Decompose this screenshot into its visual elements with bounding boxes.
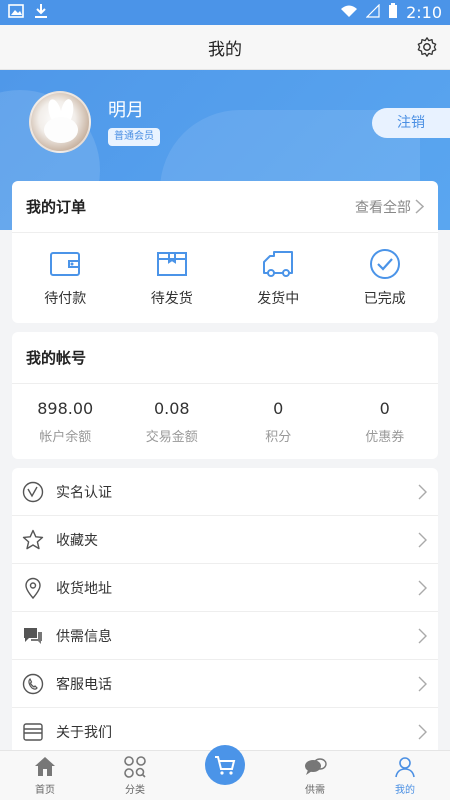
menu-item-label: 客服电话 [56, 676, 112, 693]
logout-button[interactable]: 注销 [372, 108, 450, 138]
account-card: 我的帐号 898.00 帐户余额 0.08 交易金额 0 积分 0 优惠券 [12, 332, 438, 459]
orders-title: 我的订单 [26, 198, 87, 216]
nav-mine[interactable]: 我的 [360, 751, 450, 800]
menu-item-label: 收藏夹 [56, 532, 98, 549]
gear-icon[interactable] [416, 36, 438, 58]
nav-label: 我的 [395, 785, 415, 796]
box-icon [156, 252, 187, 276]
order-item-label: 待付款 [44, 291, 87, 307]
view-all-orders-link[interactable]: 查看全部 [355, 197, 424, 217]
account-label: 帐户余额 [39, 429, 92, 445]
avatar[interactable] [29, 91, 91, 153]
nav-label: 供需 [305, 785, 325, 796]
location-icon [25, 577, 41, 599]
menu-item-label: 实名认证 [56, 484, 112, 501]
account-points[interactable]: 0 积分 [225, 384, 332, 459]
nav-home[interactable]: 首页 [0, 751, 90, 800]
username: 明月 [108, 100, 144, 121]
menu-item-customer-service[interactable]: 客服电话 [12, 660, 438, 708]
nav-label: 分类 [125, 785, 145, 796]
home-icon [35, 757, 55, 776]
status-bar: 2:10 [0, 0, 450, 25]
orders-card: 我的订单 查看全部 待付款 待发货 发货中 已完成 [12, 181, 438, 323]
chevron-right-icon [415, 199, 424, 214]
menu-item-supply-demand[interactable]: 供需信息 [12, 612, 438, 660]
order-item-label: 发货中 [257, 291, 300, 307]
account-value: 898.00 [37, 398, 94, 418]
account-value: 0 [379, 398, 390, 418]
account-header: 我的帐号 [12, 332, 438, 384]
account-title: 我的帐号 [26, 349, 87, 367]
user-icon [395, 757, 415, 778]
verify-icon [22, 481, 44, 502]
chevron-right-icon [418, 724, 427, 739]
download-icon [34, 3, 48, 23]
cart-icon [215, 756, 236, 775]
menu-item-label: 关于我们 [56, 724, 112, 741]
cart-button[interactable] [205, 745, 245, 785]
account-label: 交易金额 [145, 429, 198, 445]
status-time: 2:10 [406, 3, 442, 22]
signal-icon [365, 3, 380, 22]
account-coupons[interactable]: 0 优惠券 [332, 384, 439, 459]
member-badge: 普通会员 [108, 128, 160, 146]
menu-card: 实名认证 收藏夹 收货地址 供需信息 客服电话 关于我们 [12, 468, 438, 758]
chevron-right-icon [418, 676, 427, 691]
menu-item-verification[interactable]: 实名认证 [12, 468, 438, 516]
bottom-nav: 首页 分类 供需 我的 [0, 745, 450, 800]
menu-item-favorites[interactable]: 收藏夹 [12, 516, 438, 564]
truck-icon [263, 251, 294, 277]
orders-header: 我的订单 查看全部 [12, 181, 438, 233]
view-all-label: 查看全部 [355, 199, 411, 216]
star-icon [22, 529, 44, 549]
account-label: 优惠券 [365, 429, 405, 445]
order-item-label: 已完成 [363, 291, 406, 307]
wallet-icon [50, 252, 81, 276]
chat-icon [24, 627, 42, 644]
wifi-icon [340, 3, 358, 22]
account-value: 0 [273, 398, 284, 418]
chevron-right-icon [418, 532, 427, 547]
menu-item-address[interactable]: 收货地址 [12, 564, 438, 612]
title-bar: 我的 [0, 25, 450, 70]
nav-cart[interactable] [180, 745, 270, 800]
nav-category[interactable]: 分类 [90, 751, 180, 800]
image-icon [8, 3, 24, 22]
order-shipping[interactable]: 发货中 [225, 233, 332, 323]
page-title: 我的 [208, 39, 242, 60]
store-icon [23, 722, 43, 741]
account-transactions[interactable]: 0.08 交易金额 [119, 384, 226, 459]
battery-icon [388, 2, 398, 23]
nav-supply-demand[interactable]: 供需 [270, 751, 360, 800]
phone-icon [22, 673, 44, 694]
account-label: 积分 [265, 429, 292, 445]
category-icon [124, 756, 146, 778]
order-completed[interactable]: 已完成 [332, 233, 439, 323]
order-pending-shipment[interactable]: 待发货 [119, 233, 226, 323]
order-item-label: 待发货 [150, 291, 193, 307]
chevron-right-icon [418, 580, 427, 595]
menu-item-label: 供需信息 [56, 628, 112, 645]
chat-bubbles-icon [305, 758, 327, 775]
menu-item-label: 收货地址 [56, 580, 112, 597]
nav-label: 首页 [35, 785, 55, 796]
account-balance[interactable]: 898.00 帐户余额 [12, 384, 119, 459]
chevron-right-icon [418, 484, 427, 499]
account-value: 0.08 [153, 398, 190, 418]
check-circle-icon [369, 249, 400, 279]
chevron-right-icon [418, 628, 427, 643]
order-pending-payment[interactable]: 待付款 [12, 233, 119, 323]
